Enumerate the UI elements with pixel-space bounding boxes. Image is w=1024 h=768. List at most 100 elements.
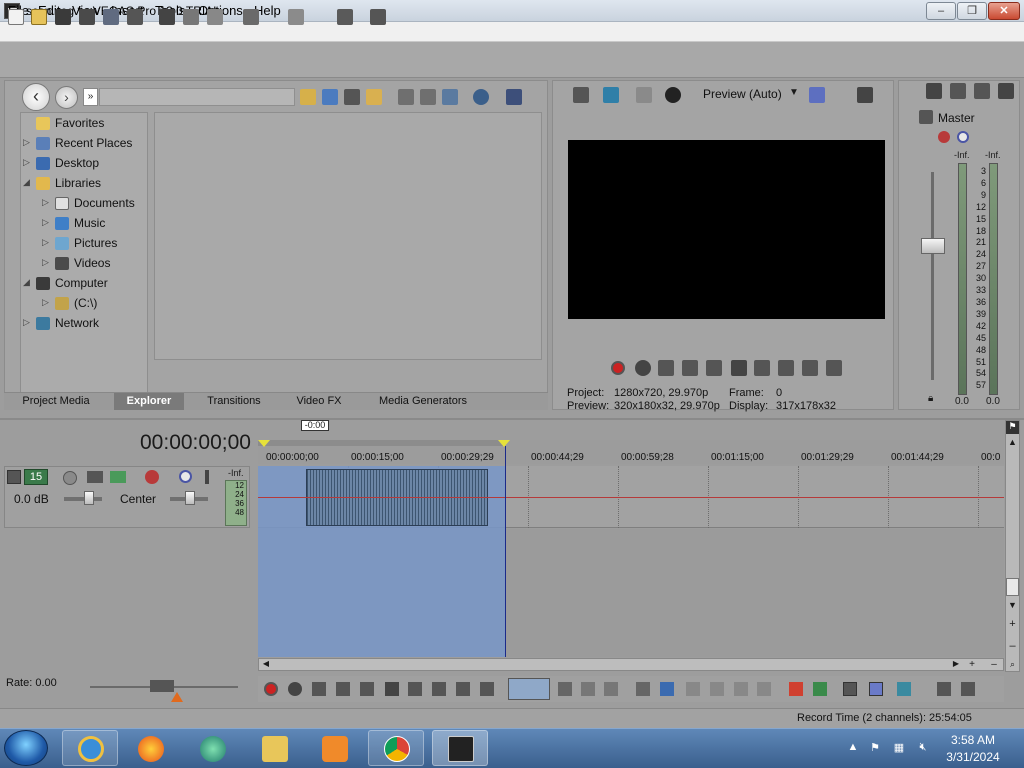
- back-button[interactable]: ‹: [22, 83, 50, 111]
- master-fader-knob[interactable]: [921, 238, 945, 254]
- volume-slider-knob[interactable]: [84, 491, 94, 505]
- save-icon[interactable]: [55, 9, 71, 25]
- tab-transitions[interactable]: Transitions: [198, 393, 270, 410]
- zoom-out-vertical-icon[interactable]: –: [1006, 640, 1019, 653]
- selection-edit-tool-icon[interactable]: [581, 682, 595, 696]
- track-expand-icon[interactable]: [7, 470, 21, 484]
- redo-icon[interactable]: [288, 9, 304, 25]
- taskbar-firefox[interactable]: [122, 730, 178, 766]
- volume-muted-icon[interactable]: 🔇︎: [916, 741, 930, 755]
- auto-crossfade-icon[interactable]: [869, 682, 883, 696]
- play-from-start-icon[interactable]: [658, 360, 674, 376]
- path-field[interactable]: [99, 88, 295, 106]
- refresh-icon[interactable]: [322, 89, 338, 105]
- dim-output-icon[interactable]: [974, 83, 990, 99]
- track-solo-icon[interactable]: [205, 470, 209, 484]
- horizontal-scrollbar[interactable]: [258, 658, 1004, 671]
- scroll-right-icon[interactable]: ▶: [950, 659, 962, 670]
- new-project-icon[interactable]: [8, 9, 24, 25]
- taskbar-vegas[interactable]: [432, 730, 488, 766]
- clock-date[interactable]: 3/31/2024: [944, 750, 1002, 764]
- expand-arrow-icon[interactable]: ▷: [42, 297, 52, 308]
- tree-item-pictures[interactable]: ▷ Pictures: [42, 235, 147, 253]
- close-button[interactable]: ✕: [988, 2, 1020, 20]
- normal-edit-tool-icon[interactable]: [508, 678, 550, 700]
- track-motion-icon[interactable]: [87, 471, 103, 483]
- record-icon[interactable]: [264, 682, 278, 696]
- copy-snapshot-icon[interactable]: [857, 87, 873, 103]
- downmix-icon[interactable]: [950, 83, 966, 99]
- expand-arrow-icon[interactable]: ▷: [23, 137, 33, 148]
- loop-start-marker[interactable]: [258, 440, 270, 447]
- next-frame-icon[interactable]: [480, 682, 494, 696]
- overlays-icon[interactable]: [809, 87, 825, 103]
- mixer-icon[interactable]: [998, 83, 1014, 99]
- volume-envelope[interactable]: [258, 497, 1004, 498]
- tab-video-fx[interactable]: Video FX: [288, 393, 350, 410]
- up-folder-icon[interactable]: [300, 89, 316, 105]
- taskbar-chrome[interactable]: [368, 730, 424, 766]
- tree-item-desktop[interactable]: ▷ Desktop: [23, 155, 147, 173]
- tab-media-generators[interactable]: Media Generators: [368, 393, 478, 410]
- history-dropdown[interactable]: »: [83, 88, 98, 106]
- minimize-button[interactable]: –: [926, 2, 956, 20]
- scroll-left-icon[interactable]: ◀: [260, 659, 272, 670]
- loop-region-bar[interactable]: [258, 440, 505, 446]
- insert-region-icon[interactable]: [813, 682, 827, 696]
- preview-properties-icon[interactable]: [573, 87, 589, 103]
- master-fx-icon[interactable]: [938, 131, 950, 143]
- ignore-grouping-icon[interactable]: [843, 682, 857, 696]
- stop-icon[interactable]: [731, 360, 747, 376]
- delete-icon[interactable]: [344, 89, 360, 105]
- tree-item-recent-places[interactable]: ▷ Recent Places: [23, 135, 147, 153]
- taskbar-internet-explorer[interactable]: [62, 730, 118, 766]
- clock-time[interactable]: 3:58 AM: [948, 733, 998, 747]
- enable-snapping-icon[interactable]: [337, 9, 353, 25]
- loop-playback-icon[interactable]: [288, 682, 302, 696]
- expand-arrow-icon[interactable]: ▷: [42, 237, 52, 248]
- zoom-out-horizontal-icon[interactable]: –: [988, 659, 1000, 670]
- chevron-down-icon[interactable]: ▼: [789, 87, 799, 98]
- tree-item-favorites[interactable]: Favorites: [23, 115, 147, 133]
- trim-icon[interactable]: [660, 682, 674, 696]
- search-icon[interactable]: [473, 89, 489, 105]
- show-hidden-icons-icon[interactable]: ▲: [846, 741, 860, 755]
- preview-quality-dropdown[interactable]: Preview (Auto): [703, 87, 782, 101]
- expand-arrow-icon[interactable]: ▷: [42, 197, 52, 208]
- pause-icon[interactable]: [706, 360, 722, 376]
- expand-arrow-icon[interactable]: ▷: [42, 217, 52, 228]
- external-monitor-icon[interactable]: [603, 87, 619, 103]
- save-as-icon[interactable]: [79, 9, 95, 25]
- new-folder-icon[interactable]: [366, 89, 382, 105]
- forward-button[interactable]: ›: [55, 86, 78, 109]
- cut-icon[interactable]: [159, 9, 175, 25]
- taskbar-file-explorer[interactable]: [246, 730, 302, 766]
- rate-slider-knob[interactable]: [150, 680, 174, 692]
- stop-preview-icon[interactable]: [420, 89, 436, 105]
- views-icon[interactable]: [506, 89, 522, 105]
- taskbar-media-player[interactable]: [306, 730, 362, 766]
- insert-marker-icon[interactable]: [789, 682, 803, 696]
- loop-playback-icon[interactable]: [635, 360, 651, 376]
- marker-flag-icon[interactable]: ⚑: [1006, 421, 1019, 434]
- play-preview-icon[interactable]: [398, 89, 414, 105]
- delete-icon[interactable]: [636, 682, 650, 696]
- open-folder-icon[interactable]: [31, 9, 47, 25]
- trim-end-icon[interactable]: [710, 682, 724, 696]
- scrollbar-thumb[interactable]: [1006, 578, 1019, 596]
- zoom-in-vertical-icon[interactable]: +: [1006, 618, 1019, 631]
- zoom-in-horizontal-icon[interactable]: +: [966, 659, 978, 670]
- lock-icon[interactable]: 🔒︎: [928, 393, 933, 404]
- mute-icon[interactable]: [957, 131, 969, 143]
- paste-icon[interactable]: [207, 9, 223, 25]
- trim-start-icon[interactable]: [686, 682, 700, 696]
- record-icon[interactable]: [611, 361, 625, 375]
- lock-icon[interactable]: [757, 682, 771, 696]
- track-fx-icon[interactable]: [145, 470, 159, 484]
- copy-icon[interactable]: [183, 9, 199, 25]
- playback-cursor[interactable]: [505, 446, 506, 657]
- expand-arrow-icon[interactable]: ▷: [23, 317, 33, 328]
- whats-this-help-icon[interactable]: [370, 9, 386, 25]
- go-to-start-icon[interactable]: [754, 360, 770, 376]
- expand-arrow-icon[interactable]: ▷: [42, 257, 52, 268]
